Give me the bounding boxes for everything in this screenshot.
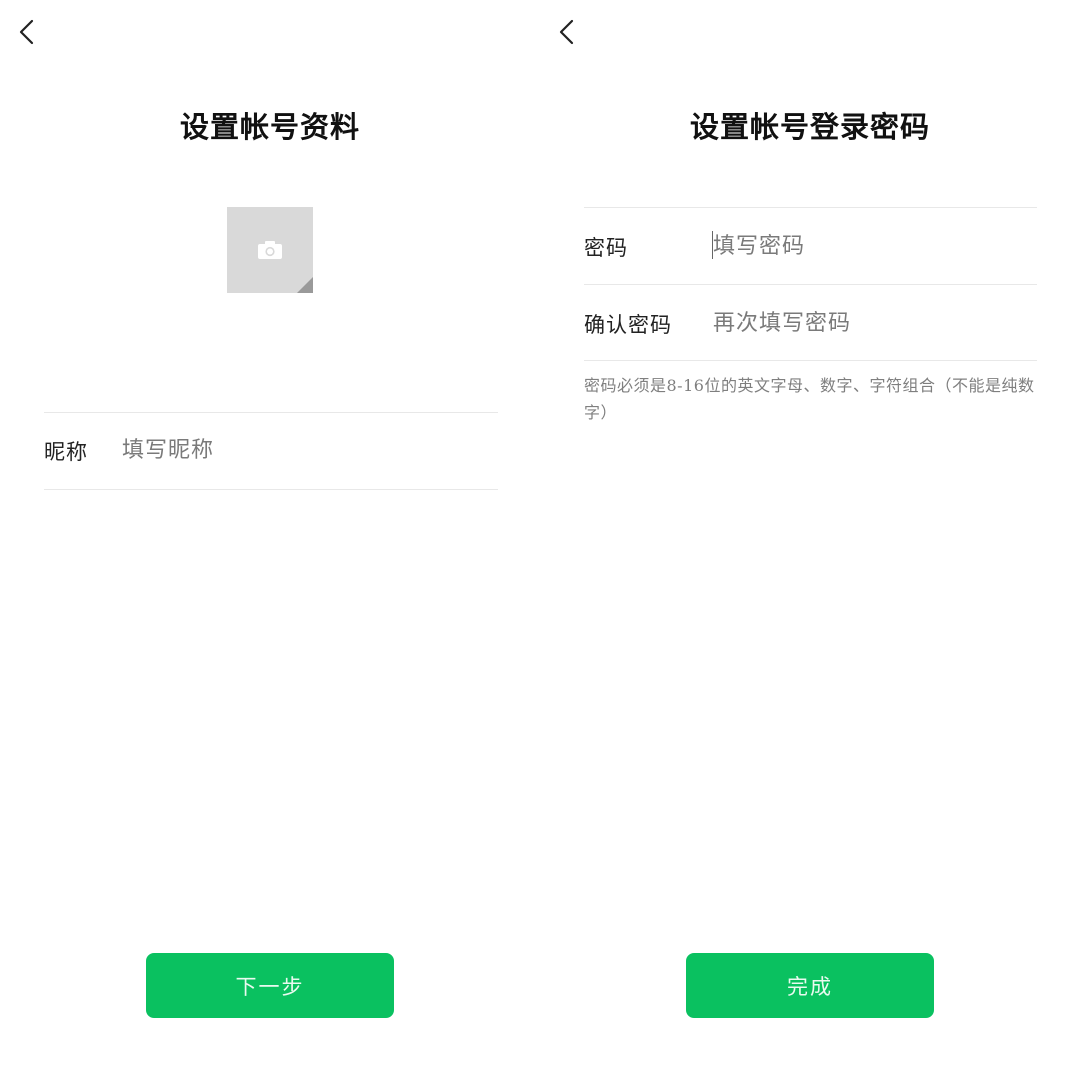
divider bbox=[584, 284, 1037, 285]
divider bbox=[584, 207, 1037, 208]
password-label: 密码 bbox=[584, 236, 628, 260]
divider bbox=[584, 360, 1037, 361]
password-setup-screen: 设置帐号登录密码 密码 确认密码 密码必须是8-16位的英文字母、数字、字符组合… bbox=[540, 0, 1080, 1086]
divider bbox=[44, 412, 498, 413]
back-button[interactable] bbox=[12, 16, 44, 48]
text-cursor bbox=[712, 231, 713, 259]
done-button[interactable]: 完成 bbox=[686, 953, 934, 1018]
chevron-left-icon bbox=[559, 19, 574, 45]
page-title: 设置帐号登录密码 bbox=[689, 110, 930, 144]
chevron-left-icon bbox=[19, 19, 34, 45]
back-button[interactable] bbox=[552, 16, 584, 48]
avatar-corner-mark bbox=[297, 277, 313, 293]
next-button[interactable]: 下一步 bbox=[146, 953, 394, 1018]
camera-icon bbox=[258, 241, 282, 259]
profile-setup-screen: 设置帐号资料 昵称 下一步 bbox=[0, 0, 540, 1086]
page-title: 设置帐号资料 bbox=[179, 110, 360, 144]
avatar-upload-button[interactable] bbox=[227, 207, 313, 293]
password-hint: 密码必须是8-16位的英文字母、数字、字符组合（不能是纯数字） bbox=[584, 376, 1035, 422]
nickname-input[interactable] bbox=[122, 434, 492, 466]
password-input[interactable] bbox=[713, 230, 1033, 262]
divider bbox=[44, 489, 498, 490]
nickname-label: 昵称 bbox=[44, 440, 88, 464]
confirm-password-label: 确认密码 bbox=[584, 313, 672, 337]
confirm-password-input[interactable] bbox=[713, 307, 1033, 339]
